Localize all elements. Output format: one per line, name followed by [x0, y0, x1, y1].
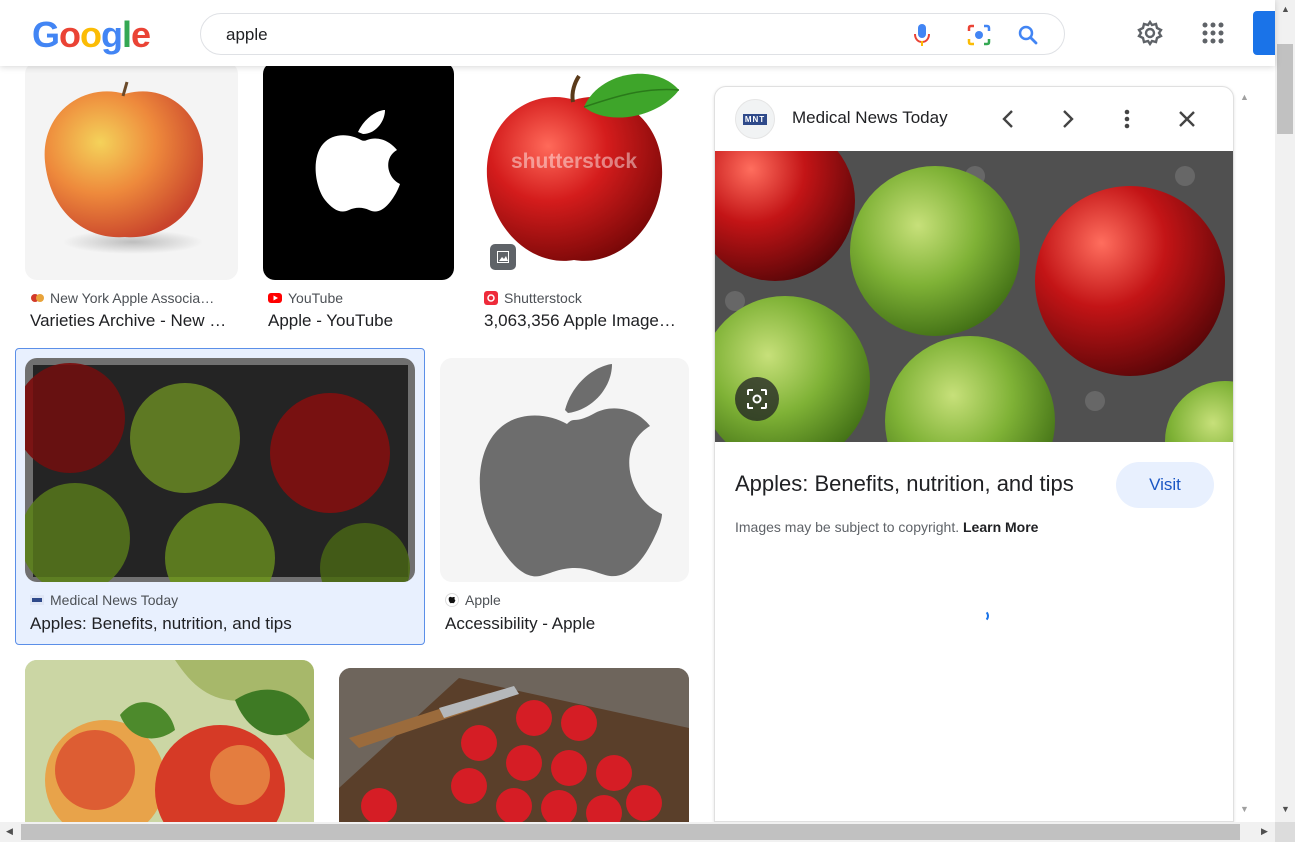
- lens-search-icon[interactable]: [735, 377, 779, 421]
- result-thumbnail[interactable]: [25, 660, 314, 822]
- result-thumbnail[interactable]: shutterstock: [479, 62, 689, 280]
- loading-spinner: [977, 610, 989, 622]
- scroll-up-arrow-icon[interactable]: ▲: [1281, 4, 1290, 14]
- chevron-right-icon[interactable]: [1052, 103, 1084, 135]
- preview-image[interactable]: [715, 151, 1233, 442]
- search-icon[interactable]: [1015, 22, 1041, 48]
- header-bar: Google: [0, 0, 1275, 66]
- more-vert-icon[interactable]: [1111, 103, 1143, 135]
- panel-title[interactable]: Apples: Benefits, nutrition, and tips: [735, 471, 1074, 497]
- youtube-favicon: [268, 291, 282, 305]
- learn-more-link[interactable]: Learn More: [963, 519, 1038, 535]
- apple-favicon: [445, 593, 459, 607]
- result-title[interactable]: Varieties Archive - New …: [30, 311, 238, 331]
- result-title[interactable]: Apples: Benefits, nutrition, and tips: [30, 614, 415, 634]
- copyright-notice: Images may be subject to copyright. Lear…: [735, 519, 1039, 535]
- apps-grid-icon[interactable]: [1198, 18, 1228, 48]
- camera-lens-icon[interactable]: [966, 22, 992, 48]
- gear-icon[interactable]: [1135, 18, 1165, 48]
- apple-association-favicon: [30, 291, 44, 305]
- mnt-favicon: [30, 593, 44, 607]
- result-title[interactable]: Accessibility - Apple: [445, 614, 689, 634]
- result-thumbnail[interactable]: [25, 62, 238, 280]
- google-images-page: Google apple New York Apple Associa… Var…: [0, 0, 1295, 842]
- result-source: Shutterstock: [484, 290, 689, 306]
- shutterstock-favicon: [484, 291, 498, 305]
- visit-button[interactable]: Visit: [1116, 462, 1214, 508]
- sign-in-button[interactable]: [1253, 11, 1275, 55]
- panel-scroll-up-icon[interactable]: ▲: [1240, 92, 1249, 102]
- result-source: New York Apple Associa…: [30, 290, 238, 306]
- result-source: Apple: [445, 592, 689, 608]
- panel-scroll-down-icon[interactable]: ▼: [1240, 804, 1249, 814]
- result-thumbnail[interactable]: [263, 62, 454, 280]
- search-box: [200, 13, 1065, 55]
- chevron-left-icon[interactable]: [992, 103, 1024, 135]
- horizontal-scroll-thumb[interactable]: [21, 824, 1240, 840]
- panel-source-name[interactable]: Medical News Today: [792, 108, 948, 128]
- close-icon[interactable]: [1171, 103, 1203, 135]
- source-logo[interactable]: MNT: [735, 99, 775, 139]
- microphone-icon[interactable]: [909, 22, 935, 48]
- result-thumbnail[interactable]: [339, 668, 689, 822]
- image-badge-icon: [490, 244, 516, 270]
- scroll-down-arrow-icon[interactable]: ▼: [1281, 804, 1290, 814]
- result-source: YouTube: [268, 290, 454, 306]
- result-title[interactable]: 3,063,356 Apple Image…: [484, 311, 689, 331]
- result-thumbnail[interactable]: [25, 358, 415, 582]
- result-title[interactable]: Apple - YouTube: [268, 311, 454, 331]
- result-thumbnail[interactable]: [440, 358, 689, 582]
- shutterstock-watermark: shutterstock: [511, 150, 638, 173]
- result-source: Medical News Today: [30, 592, 415, 608]
- scroll-left-arrow-icon[interactable]: ◀: [6, 826, 13, 837]
- google-logo[interactable]: Google: [32, 14, 151, 56]
- search-input[interactable]: [226, 23, 866, 47]
- scrollbar-corner: [1275, 822, 1295, 842]
- scroll-right-arrow-icon[interactable]: ▶: [1261, 826, 1268, 837]
- preview-panel: MNT Medical News Today Apples: Benefits,…: [714, 86, 1234, 822]
- vertical-scroll-thumb[interactable]: [1277, 44, 1293, 134]
